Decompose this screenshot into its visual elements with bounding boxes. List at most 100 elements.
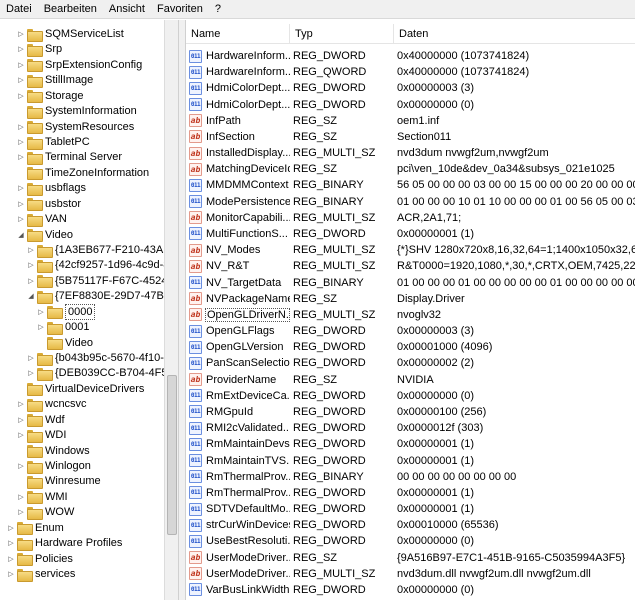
tree-item[interactable]: ▷ 0001 (0, 319, 164, 335)
value-row[interactable]: ab NV_R&T REG_MULTI_SZ R&T0000=1920,1080,*,… (186, 258, 635, 274)
tree-item[interactable]: ▷ Terminal Server (0, 149, 164, 165)
value-row[interactable]: 011 RmMaintainTVS... REG_DWORD 0x00000001 (… (186, 453, 635, 469)
expand-arrow-icon[interactable]: ▷ (36, 304, 46, 320)
value-row[interactable]: 011 OpenGLFlags REG_DWORD 0x00000003 (3) (186, 323, 635, 339)
tree-item[interactable]: ▷ Storage (0, 88, 164, 104)
expand-arrow-icon[interactable]: ▷ (6, 551, 16, 567)
value-row[interactable]: 011 HdmiColorDept... REG_DWORD 0x00000000 (… (186, 97, 635, 113)
value-row[interactable]: 011 HdmiColorDept... REG_DWORD 0x00000003 (… (186, 80, 635, 96)
tree-item[interactable]: ▷ Winlogon (0, 458, 164, 474)
tree-item[interactable]: ▷ VAN (0, 211, 164, 227)
pane-splitter[interactable] (178, 20, 186, 600)
tree-item[interactable]: ▷ usbstor (0, 196, 164, 212)
expand-arrow-icon[interactable]: ▷ (16, 57, 26, 73)
expand-arrow-icon[interactable]: ▷ (16, 72, 26, 88)
menu-item[interactable]: Favoriten (151, 0, 209, 19)
value-row[interactable]: 011 RmExtDeviceCa... REG_DWORD 0x00000000 (… (186, 388, 635, 404)
expand-arrow-icon[interactable]: ▷ (16, 149, 26, 165)
tree-item[interactable]: ▷ wcncsvc (0, 396, 164, 412)
column-header-type[interactable]: Typ (290, 24, 394, 44)
expand-arrow-icon[interactable]: ▷ (16, 196, 26, 212)
expand-arrow-icon[interactable]: ▷ (16, 427, 26, 443)
tree-item[interactable]: ▷ Srp (0, 41, 164, 57)
value-row[interactable]: 011 MultiFunctionS... REG_DWORD 0x00000001 … (186, 226, 635, 242)
menu-item[interactable]: Bearbeiten (38, 0, 103, 19)
column-header-name[interactable]: Name (186, 24, 290, 44)
column-header-data[interactable]: Daten (394, 24, 635, 44)
expand-arrow-icon[interactable]: ▷ (6, 566, 16, 582)
value-row[interactable]: ab ProviderName REG_SZ NVIDIA (186, 372, 635, 388)
tree-item[interactable]: ▷ TabletPC (0, 134, 164, 150)
value-row[interactable]: 011 PanScanSelection REG_DWORD 0x00000002 (… (186, 355, 635, 371)
tree-item[interactable]: Windows (0, 443, 164, 459)
value-row[interactable]: ab UserModeDriver... REG_MULTI_SZ nvd3dum.d… (186, 566, 635, 582)
expand-arrow-icon[interactable]: ▷ (16, 180, 26, 196)
tree-item[interactable]: ▷ WOW (0, 504, 164, 520)
expand-arrow-icon[interactable]: ▷ (16, 88, 26, 104)
tree-scrollbar-thumb[interactable] (167, 375, 177, 535)
tree-item[interactable]: ▷ Policies (0, 551, 164, 567)
value-row[interactable]: 011 HardwareInform... REG_QWORD 0x40000000 … (186, 64, 635, 80)
value-row[interactable]: ab InstalledDisplay... REG_MULTI_SZ nvd3dum… (186, 145, 635, 161)
value-row[interactable]: 011 strCurWinDevices REG_DWORD 0x00010000 (… (186, 517, 635, 533)
value-row[interactable]: 011 MMDMMContext REG_BINARY 56 05 00 00 00 … (186, 177, 635, 193)
expand-arrow-icon[interactable]: ▷ (16, 458, 26, 474)
expand-arrow-icon[interactable]: ▷ (16, 119, 26, 135)
tree-item[interactable]: SystemInformation (0, 103, 164, 119)
value-row[interactable]: ab NV_Modes REG_MULTI_SZ {*}SHV 1280x720x8,… (186, 242, 635, 258)
tree-item[interactable]: ▷ 0000 (0, 303, 164, 320)
tree-item[interactable]: ▷ {b043b95c-5670-4f10-b9 (0, 350, 176, 366)
menu-item[interactable]: Datei (0, 0, 38, 19)
expand-arrow-icon[interactable]: ▷ (26, 273, 36, 289)
expand-arrow-icon[interactable]: ▷ (26, 365, 36, 381)
tree-item[interactable]: ◢ Video (0, 227, 164, 243)
value-row[interactable]: ab OpenGLDriverN... REG_MULTI_SZ nvoglv32 (186, 307, 635, 323)
value-row[interactable]: 011 RmMaintainDevs REG_DWORD 0x00000001 (1) (186, 436, 635, 452)
expand-arrow-icon[interactable]: ▷ (16, 134, 26, 150)
tree-item[interactable]: ▷ WMI (0, 489, 164, 505)
tree-item[interactable]: ▷ {5B75117F-F67C-4524-94 (0, 273, 178, 289)
value-row[interactable]: ab MonitorCapabili... REG_MULTI_SZ ACR,2A1,… (186, 210, 635, 226)
menu-item[interactable]: Ansicht (103, 0, 151, 19)
tree-item[interactable]: ▷ Wdf (0, 412, 164, 428)
tree-item[interactable]: Winresume (0, 473, 164, 489)
expand-arrow-icon[interactable]: ▷ (6, 520, 16, 536)
tree-item[interactable]: ▷ services (0, 566, 164, 582)
value-row[interactable]: 011 VarBusLinkWidth REG_DWORD 0x00000000 (0… (186, 582, 635, 598)
expand-arrow-icon[interactable]: ▷ (26, 257, 36, 273)
value-row[interactable]: 011 ModePersistence REG_BINARY 01 00 00 00 … (186, 194, 635, 210)
tree-item[interactable]: ▷ usbflags (0, 180, 164, 196)
value-row[interactable]: 011 RmThermalProv... REG_DWORD 0x00000001 (… (186, 485, 635, 501)
tree-item[interactable]: ▷ {DEB039CC-B704-4F53-B (0, 365, 178, 381)
tree-item[interactable]: ▷ Hardware Profiles (0, 535, 164, 551)
collapse-arrow-icon[interactable]: ◢ (16, 227, 26, 243)
expand-arrow-icon[interactable]: ▷ (16, 504, 26, 520)
tree-item[interactable]: ▷ {42cf9257-1d96-4c9d-87f (0, 257, 178, 273)
value-row[interactable]: 011 RmThermalProv... REG_BINARY 00 00 00 00… (186, 469, 635, 485)
tree-item[interactable]: ▷ StillImage (0, 72, 164, 88)
expand-arrow-icon[interactable]: ▷ (16, 396, 26, 412)
value-row[interactable]: 011 RMGpuId REG_DWORD 0x00000100 (256) (186, 404, 635, 420)
expand-arrow-icon[interactable]: ▷ (16, 412, 26, 428)
value-row[interactable]: 011 HardwareInform... REG_DWORD 0x40000000 … (186, 48, 635, 64)
tree-item[interactable]: ▷ SystemResources (0, 119, 164, 135)
registry-values-list[interactable]: Name Typ Daten 011 HardwareInform... REG_D… (186, 20, 635, 600)
expand-arrow-icon[interactable]: ▷ (36, 319, 46, 335)
expand-arrow-icon[interactable]: ▷ (16, 211, 26, 227)
value-row[interactable]: 011 UseBestResoluti... REG_DWORD 0x00000000… (186, 533, 635, 549)
expand-arrow-icon[interactable]: ▷ (16, 489, 26, 505)
value-row[interactable]: 011 OpenGLVersion REG_DWORD 0x00001000 (409… (186, 339, 635, 355)
expand-arrow-icon[interactable]: ▷ (16, 41, 26, 57)
value-row[interactable]: 011 NV_TargetData REG_BINARY 01 00 00 00 01… (186, 275, 635, 291)
value-row[interactable]: ab InfSection REG_SZ Section011 (186, 129, 635, 145)
value-row[interactable]: 011 SDTVDefaultMo... REG_DWORD 0x00000001 (… (186, 501, 635, 517)
tree-item[interactable]: VirtualDeviceDrivers (0, 381, 164, 397)
value-row[interactable]: ab InfPath REG_SZ oem1.inf (186, 113, 635, 129)
expand-arrow-icon[interactable]: ▷ (16, 26, 26, 42)
tree-item[interactable]: ▷ SQMServiceList (0, 26, 164, 42)
tree-item[interactable]: ▷ Enum (0, 520, 164, 536)
value-row[interactable]: ab MatchingDeviceId REG_SZ pci\ven_10de&dev… (186, 161, 635, 177)
value-row[interactable]: ab NVPackageName REG_SZ Display.Driver (186, 291, 635, 307)
tree-vertical-scrollbar[interactable] (164, 20, 178, 600)
registry-key-tree[interactable]: ▷ SQMServiceList ▷ Srp ▷ SrpExtensionConfig ▷ S… (0, 20, 178, 600)
